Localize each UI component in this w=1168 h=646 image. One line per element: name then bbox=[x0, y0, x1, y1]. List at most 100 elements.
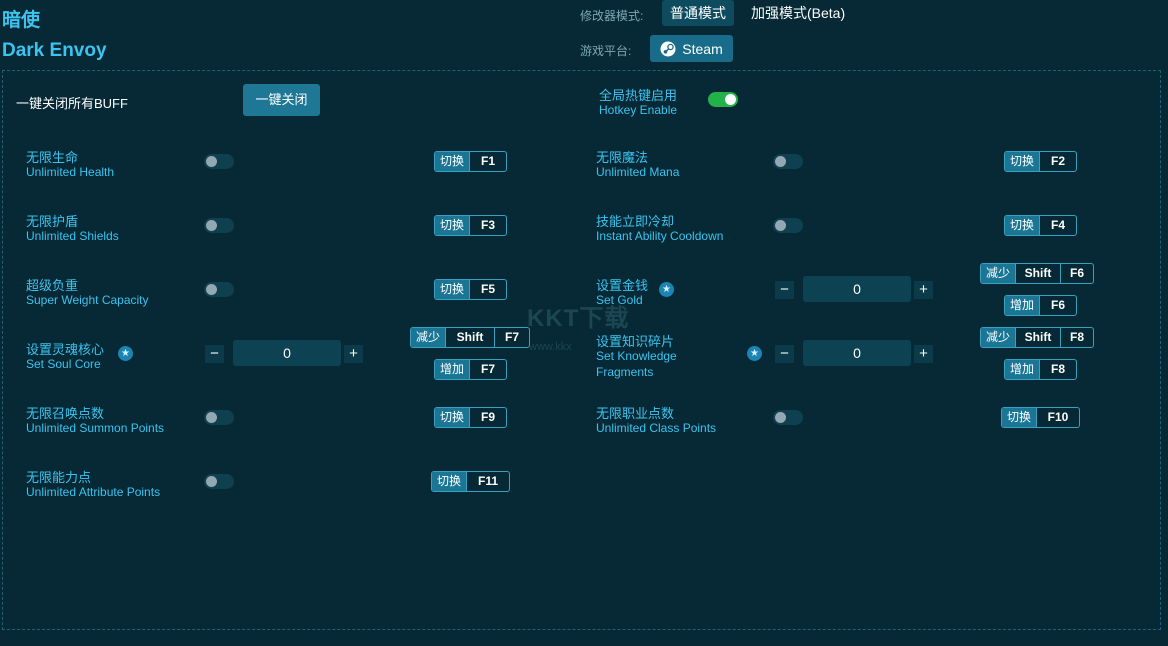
soul-core-increase-hotkey[interactable]: 增加 F7 bbox=[434, 359, 508, 380]
unlimited-shields-toggle[interactable] bbox=[204, 218, 234, 233]
cheat-label-cn: 设置灵魂核心 bbox=[26, 342, 105, 357]
cheat-label-cn: 无限职业点数 bbox=[596, 406, 675, 421]
instant-cooldown-hotkey[interactable]: 切换 F4 bbox=[1004, 215, 1078, 236]
watermark-url: www.kkx bbox=[529, 341, 572, 353]
hotkey-action: 减少 bbox=[981, 328, 1016, 347]
hotkey-enable-label-cn: 全局热键启用 bbox=[599, 88, 678, 103]
toggle-knob bbox=[775, 412, 786, 423]
star-icon[interactable]: ★ bbox=[659, 282, 674, 297]
star-icon[interactable]: ★ bbox=[118, 346, 133, 361]
knowledge-increase-hotkey[interactable]: 增加 F8 bbox=[1004, 359, 1078, 380]
super-weight-hotkey[interactable]: 切换 F5 bbox=[434, 279, 508, 300]
star-icon[interactable]: ★ bbox=[747, 346, 762, 361]
hotkey-action: 减少 bbox=[981, 264, 1016, 283]
close-all-button[interactable]: 一键关闭 bbox=[243, 84, 320, 116]
hotkey-enable-label-en: Hotkey Enable bbox=[599, 103, 678, 117]
toggle-knob bbox=[206, 156, 217, 167]
super-weight-toggle[interactable] bbox=[204, 282, 234, 297]
hotkey-modifier: Shift bbox=[445, 328, 494, 347]
unlimited-mana-hotkey[interactable]: 切换 F2 bbox=[1004, 151, 1078, 172]
cheat-label-en: Super Weight Capacity bbox=[26, 293, 149, 307]
toggle-knob bbox=[725, 94, 736, 105]
app-title-cn: 暗使 bbox=[2, 10, 41, 31]
cheat-label-en: Instant Ability Cooldown bbox=[596, 229, 724, 243]
hotkey-key: F7 bbox=[469, 360, 506, 379]
soul-core-decrease-hotkey[interactable]: 减少 Shift F7 bbox=[410, 327, 531, 348]
hotkey-action: 增加 bbox=[435, 360, 470, 379]
instant-cooldown-toggle[interactable] bbox=[773, 218, 803, 233]
soul-core-increase-button[interactable]: + bbox=[344, 345, 363, 363]
cheat-label-en: Unlimited Summon Points bbox=[26, 421, 165, 435]
cheat-label-en: Unlimited Health bbox=[26, 165, 115, 179]
cheat-label-cn: 无限能力点 bbox=[26, 470, 92, 485]
cheat-label-cn: 超级负重 bbox=[26, 278, 79, 293]
hotkey-action: 切换 bbox=[1005, 216, 1040, 235]
hotkey-key: F8 bbox=[1039, 360, 1076, 379]
hotkey-key: F2 bbox=[1039, 152, 1076, 171]
cheat-label-en: Unlimited Class Points bbox=[596, 421, 717, 435]
steam-platform-button[interactable]: Steam bbox=[650, 35, 733, 62]
steam-icon bbox=[660, 41, 676, 56]
unlimited-health-toggle[interactable] bbox=[204, 154, 234, 169]
hotkey-key: F9 bbox=[469, 408, 506, 427]
hotkey-key: F5 bbox=[469, 280, 506, 299]
soul-core-value-input[interactable]: 0 bbox=[233, 340, 341, 366]
attribute-points-hotkey[interactable]: 切换 F11 bbox=[431, 471, 511, 492]
normal-mode-button[interactable]: 普通模式 bbox=[662, 0, 734, 26]
hotkey-enable-toggle[interactable] bbox=[708, 92, 738, 107]
hotkey-key: F8 bbox=[1060, 328, 1093, 347]
class-points-toggle[interactable] bbox=[773, 410, 803, 425]
soul-core-decrease-button[interactable]: − bbox=[205, 345, 224, 363]
unlimited-mana-toggle[interactable] bbox=[773, 154, 803, 169]
hotkey-action: 切换 bbox=[1002, 408, 1037, 427]
summon-points-toggle[interactable] bbox=[204, 410, 234, 425]
unlimited-shields-hotkey[interactable]: 切换 F3 bbox=[434, 215, 508, 236]
gold-decrease-button[interactable]: − bbox=[775, 281, 794, 299]
gold-increase-hotkey[interactable]: 增加 F6 bbox=[1004, 295, 1078, 316]
cheat-label-en: Set Soul Core bbox=[26, 357, 101, 371]
cheat-label-cn: 无限生命 bbox=[26, 150, 79, 165]
cheat-label-en: Unlimited Mana bbox=[596, 165, 680, 179]
toggle-knob bbox=[206, 476, 217, 487]
hotkey-modifier: Shift bbox=[1015, 328, 1060, 347]
hotkey-key: F4 bbox=[1039, 216, 1076, 235]
gold-increase-button[interactable]: + bbox=[914, 281, 933, 299]
cheat-label-cn: 技能立即冷却 bbox=[596, 214, 675, 229]
hotkey-key: F7 bbox=[494, 328, 529, 347]
hotkey-action: 切换 bbox=[435, 152, 470, 171]
cheat-label-cn: 无限召唤点数 bbox=[26, 406, 105, 421]
gold-decrease-hotkey[interactable]: 减少 Shift F6 bbox=[980, 263, 1095, 284]
summon-points-hotkey[interactable]: 切换 F9 bbox=[434, 407, 508, 428]
cheat-label-en: Unlimited Attribute Points bbox=[26, 485, 161, 499]
knowledge-value-input[interactable]: 0 bbox=[803, 340, 911, 366]
hotkey-action: 减少 bbox=[411, 328, 446, 347]
mode-label: 修改器模式: bbox=[580, 9, 644, 23]
cheat-panel bbox=[2, 70, 1161, 630]
gold-value-input[interactable]: 0 bbox=[803, 276, 911, 302]
hotkey-key: F1 bbox=[469, 152, 506, 171]
cheat-label-en: Set Knowledge bbox=[596, 349, 677, 363]
toggle-knob bbox=[775, 220, 786, 231]
hotkey-action: 切换 bbox=[432, 472, 467, 491]
hotkey-action: 切换 bbox=[435, 280, 470, 299]
hotkey-key: F10 bbox=[1036, 408, 1079, 427]
knowledge-increase-button[interactable]: + bbox=[914, 345, 933, 363]
toggle-knob bbox=[206, 220, 217, 231]
cheat-label-en: Set Gold bbox=[596, 293, 643, 307]
hotkey-key: F6 bbox=[1039, 296, 1076, 315]
cheat-label-en: Unlimited Shields bbox=[26, 229, 119, 243]
knowledge-decrease-button[interactable]: − bbox=[775, 345, 794, 363]
cheat-label-cn: 设置知识碎片 bbox=[596, 334, 675, 349]
hotkey-key: F6 bbox=[1060, 264, 1093, 283]
cheat-label-en-line2: Fragments bbox=[596, 365, 654, 379]
steam-label: Steam bbox=[682, 40, 723, 57]
unlimited-health-hotkey[interactable]: 切换 F1 bbox=[434, 151, 508, 172]
boost-mode-button[interactable]: 加强模式(Beta) bbox=[743, 0, 853, 26]
attribute-points-toggle[interactable] bbox=[204, 474, 234, 489]
close-all-buff-label: 一键关闭所有BUFF bbox=[16, 96, 128, 111]
class-points-hotkey[interactable]: 切换 F10 bbox=[1001, 407, 1081, 428]
cheat-label-cn: 无限魔法 bbox=[596, 150, 649, 165]
toggle-knob bbox=[206, 284, 217, 295]
knowledge-decrease-hotkey[interactable]: 减少 Shift F8 bbox=[980, 327, 1095, 348]
toggle-knob bbox=[206, 412, 217, 423]
